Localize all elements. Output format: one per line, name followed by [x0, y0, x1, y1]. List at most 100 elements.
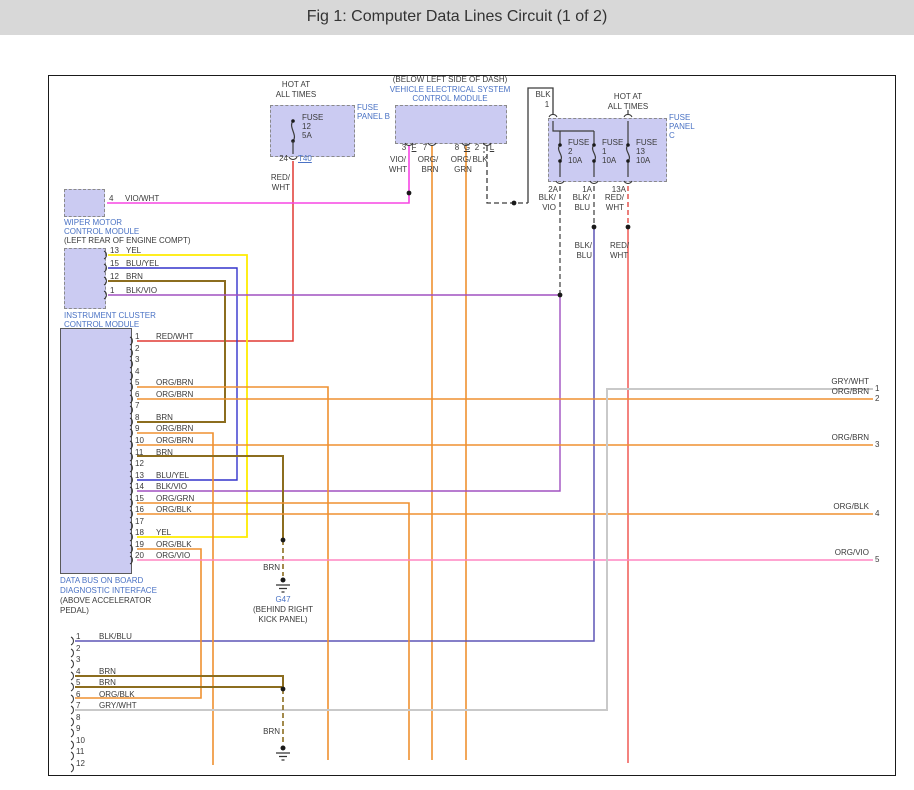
right-exit-wire-4: ORG/BLK	[833, 502, 869, 511]
right-exit-number-4: 4	[875, 509, 880, 518]
databus-pin-wire-20: ORG/VIO	[156, 551, 191, 560]
databus-pin-wire-6: ORG/BRN	[156, 390, 194, 399]
cluster-pin-number-1: 1	[110, 286, 115, 295]
right-exit-number-3: 3	[875, 440, 880, 449]
fpc-name-2: PANEL	[669, 122, 695, 131]
right-exit-number-1: 1	[875, 384, 880, 393]
databus-pin-wire-5: ORG/BRN	[156, 378, 194, 387]
fpc-drop-red-wht-1: RED/	[604, 193, 624, 202]
fpc-fuse-num-1: 1	[602, 147, 607, 156]
bottom-pin-number-8: 8	[76, 713, 81, 722]
cluster-name-2: CONTROL MODULE	[64, 320, 140, 329]
fpc-drop2-red-wht-2: WHT	[610, 251, 629, 260]
bottom-pin-number-4: 4	[76, 667, 81, 676]
databus-pin-number-5: 5	[135, 378, 140, 387]
vecm-wire2b: BRN	[421, 165, 439, 174]
g47-link[interactable]: G47	[275, 596, 290, 604]
bottom-pin-number-7: 7	[76, 701, 81, 710]
bottom-pin-number-3: 3	[76, 655, 81, 664]
fpc-fuse-num-13: 13	[636, 147, 645, 156]
bottom-pin-number-9: 9	[76, 724, 81, 733]
fpc-drop-blk-blu-2: BLU	[574, 203, 590, 212]
databus-pin-number-14: 14	[135, 482, 144, 491]
bottom-pin-wire-5: BRN	[99, 678, 116, 687]
vecm-pin-G: G	[463, 143, 471, 152]
vecm-wire3a: ORG/	[450, 155, 472, 164]
databus-pin-number-15: 15	[135, 494, 144, 503]
databus-pin-number-17: 17	[135, 517, 144, 526]
fpc-name-1: FUSE	[669, 113, 691, 122]
fpc-drop-red-wht-2: WHT	[605, 203, 624, 212]
data-bus-interface-box	[60, 328, 132, 574]
vecm-wire2a: ORG/	[417, 155, 439, 164]
vecm-wire1a: VIO/	[389, 155, 407, 164]
fpc-blk-label: BLK	[535, 90, 551, 99]
databus-pin-number-9: 9	[135, 424, 140, 433]
g47-location-1: (BEHIND RIGHT	[253, 605, 313, 614]
fpb-wire-label-1: RED/	[270, 173, 290, 182]
fpb-fuse-amp: 5A	[302, 131, 312, 140]
databus-pin-number-13: 13	[135, 471, 144, 480]
g47-location-2: KICK PANEL)	[258, 615, 308, 624]
fpc-fuse-word-13: FUSE	[636, 138, 658, 147]
fuse-panel-c-box	[548, 118, 667, 182]
fpc-hot-label-1: HOT AT	[613, 92, 643, 101]
cluster-pin-number-13: 13	[110, 246, 119, 255]
title-bar: Fig 1: Computer Data Lines Circuit (1 of…	[0, 0, 914, 35]
vecm-wire4: BLK	[472, 155, 488, 164]
vecm-pin-7: 7	[422, 143, 428, 152]
cluster-pin-number-15: 15	[110, 259, 119, 268]
figure-title: Fig 1: Computer Data Lines Circuit (1 of…	[306, 8, 608, 25]
databus-pin-number-1: 1	[135, 332, 140, 341]
fpc-drop-blk-blu-1: BLK/	[572, 193, 590, 202]
fpc-fuse-amp-13: 10A	[636, 156, 651, 165]
fpb-wire-label-2: WHT	[271, 183, 290, 192]
cluster-pin-wire-1: BLK/VIO	[126, 286, 158, 295]
fpc-drop2-blk-blu-1: BLK/	[574, 241, 592, 250]
right-exit-number-5: 5	[875, 555, 880, 564]
fpb-hot-label-1: HOT AT	[281, 80, 311, 89]
bottom-pin-number-12: 12	[76, 759, 85, 768]
fpc-fuse-num-2: 2	[568, 147, 573, 156]
vecm-name-2: CONTROL MODULE	[412, 94, 488, 103]
bottom-pin-wire-4: BRN	[99, 667, 116, 676]
wiper-name-2: CONTROL MODULE	[64, 227, 140, 236]
databus-pin-wire-15: ORG/GRN	[156, 494, 195, 503]
right-exit-wire-2: ORG/BRN	[831, 387, 869, 396]
databus-pin-wire-10: ORG/BRN	[156, 436, 194, 445]
databus-pin-wire-13: BLU/YEL	[156, 471, 189, 480]
cluster-pin-number-12: 12	[110, 272, 119, 281]
fpc-name-3: C	[669, 131, 675, 140]
bottom-pin-number-6: 6	[76, 690, 81, 699]
fpc-fuse-amp-1: 10A	[602, 156, 617, 165]
vecm-pin-2: 2	[474, 143, 480, 152]
fpb-pin-24: 24	[279, 154, 288, 163]
vecm-pin-F: F	[411, 143, 417, 152]
databus-pin-wire-1: RED/WHT	[156, 332, 194, 341]
bottom-pin-number-5: 5	[76, 678, 81, 687]
fpb-connector-t40-link[interactable]: T40	[298, 155, 312, 163]
databus-pin-wire-9: ORG/BRN	[156, 424, 194, 433]
vecm-pin-3: 3	[401, 143, 407, 152]
databus-pin-wire-14: BLK/VIO	[156, 482, 188, 491]
fpb-fuse-num: 12	[302, 122, 311, 131]
databus-pin-number-20: 20	[135, 551, 144, 560]
fpc-pin-2A: 2A	[548, 185, 558, 194]
databus-pin-number-2: 2	[135, 344, 140, 353]
databus-name-2: DIAGNOSTIC INTERFACE	[60, 586, 157, 595]
databus-location-2: PEDAL)	[60, 606, 89, 615]
databus-pin-number-6: 6	[135, 390, 140, 399]
cluster-pin-wire-13: YEL	[126, 246, 142, 255]
vecm-wire3b: GRN	[454, 165, 472, 174]
bottom-ground-wire-label: BRN	[263, 727, 280, 736]
databus-pin-number-4: 4	[135, 367, 140, 376]
databus-pin-number-12: 12	[135, 459, 144, 468]
vecm-wire1b: WHT	[388, 165, 408, 174]
right-exit-wire-5: ORG/VIO	[834, 548, 869, 557]
cluster-pin-wire-12: BRN	[126, 272, 143, 281]
databus-pin-number-10: 10	[135, 436, 144, 445]
databus-name-1: DATA BUS ON BOARD	[60, 576, 144, 585]
cluster-pin-wire-15: BLU/YEL	[126, 259, 159, 268]
databus-pin-wire-16: ORG/BLK	[156, 505, 192, 514]
wiper-wire-label: VIO/WHT	[125, 194, 160, 203]
